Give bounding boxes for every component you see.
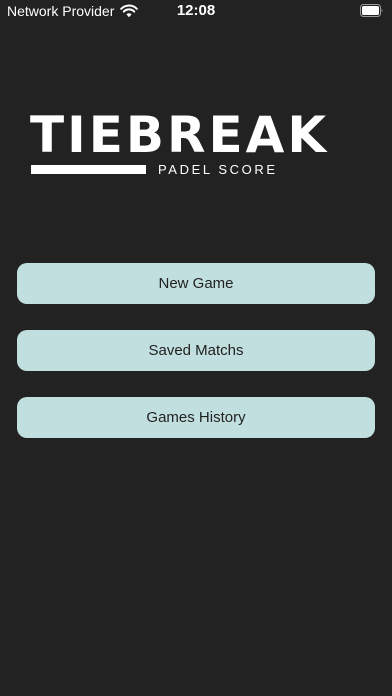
app-logo: TIEBREAK PADEL SCORE <box>30 108 350 188</box>
new-game-button[interactable]: New Game <box>17 263 375 304</box>
battery-icon <box>360 4 383 17</box>
logo-title: TIEBREAK <box>30 106 330 164</box>
saved-matchs-button[interactable]: Saved Matchs <box>17 330 375 371</box>
logo-underline <box>31 165 146 174</box>
games-history-button[interactable]: Games History <box>17 397 375 438</box>
status-time: 12:08 <box>176 2 216 19</box>
main-menu: New Game Saved Matchs Games History <box>17 263 375 464</box>
status-bar: Network Provider 12:08 <box>0 0 392 24</box>
logo-subtitle: PADEL SCORE <box>158 162 278 177</box>
